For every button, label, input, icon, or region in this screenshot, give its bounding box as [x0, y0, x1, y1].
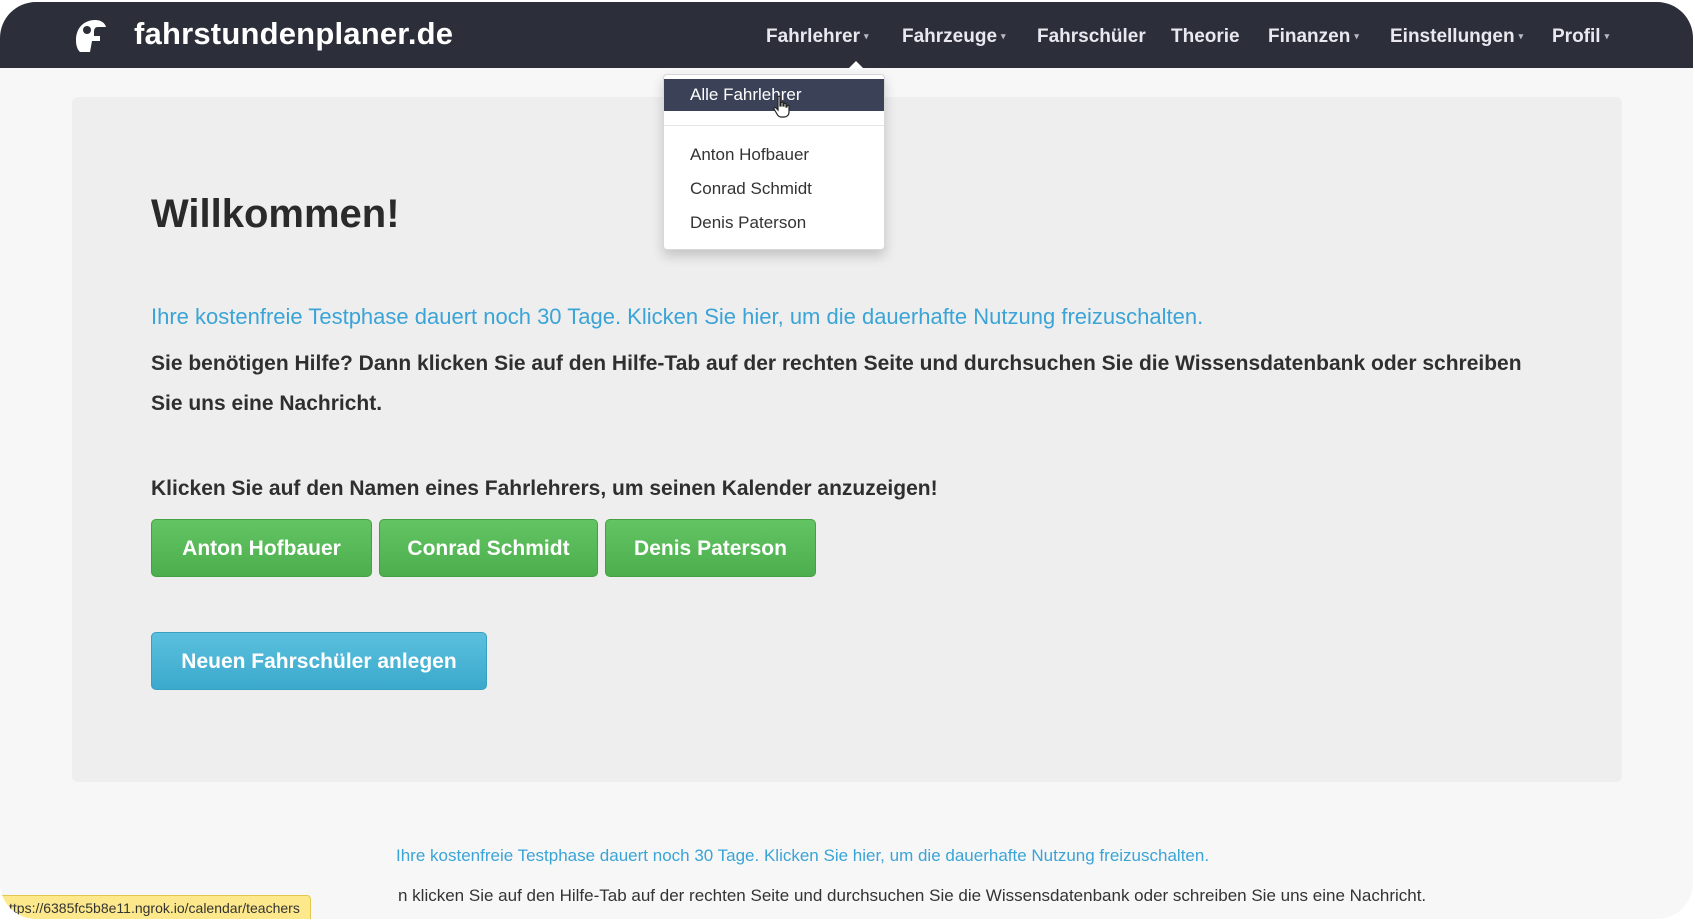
dropdown-item-anton-hofbauer[interactable]: Anton Hofbauer: [690, 145, 809, 165]
footer-help-text: n klicken Sie auf den Hilfe-Tab auf der …: [398, 886, 1427, 905]
chevron-down-icon: ▾: [1604, 31, 1610, 42]
chevron-down-icon: ▾: [1001, 31, 1006, 42]
new-student-button[interactable]: Neuen Fahrschüler anlegen: [151, 632, 487, 690]
nav-fahrlehrer-label: Fahrlehrer: [766, 26, 860, 47]
nav-einstellungen[interactable]: Einstellungen ▾: [1390, 26, 1523, 48]
dropdown-divider: [664, 125, 884, 126]
nav-fahrzeuge-label: Fahrzeuge: [902, 26, 998, 47]
status-bar-url: ttps://6385fc5b8e11.ngrok.io/calendar/te…: [0, 895, 311, 919]
hand-cursor-icon: [773, 95, 790, 118]
teacher-button-conrad-schmidt[interactable]: Conrad Schmidt: [379, 519, 598, 577]
footer-trial-link[interactable]: Ihre kostenfreie Testphase dauert noch 3…: [396, 846, 1209, 866]
trial-unlock-link[interactable]: Ihre kostenfreie Testphase dauert noch 3…: [151, 304, 1203, 330]
browser-viewport: fahrstundenplaner.de Fahrlehrer ▾ Fahrzeu…: [0, 2, 1693, 919]
dropdown-item-conrad-schmidt[interactable]: Conrad Schmidt: [690, 179, 812, 199]
help-text: Sie benötigen Hilfe? Dann klicken Sie au…: [151, 352, 1522, 415]
teacher-button-anton-hofbauer[interactable]: Anton Hofbauer: [151, 519, 372, 577]
nav-fahrlehrer[interactable]: Fahrlehrer ▾: [766, 26, 869, 48]
top-navbar: fahrstundenplaner.de Fahrlehrer ▾ Fahrzeu…: [0, 2, 1693, 68]
helmet-logo-icon[interactable]: [70, 16, 110, 56]
teacher-button-denis-paterson[interactable]: Denis Paterson: [605, 519, 816, 577]
chevron-down-icon: ▾: [1354, 31, 1359, 42]
nav-profil-label: Profil: [1552, 26, 1601, 47]
chevron-down-icon: ▾: [863, 31, 869, 42]
chevron-down-icon: ▾: [1518, 31, 1524, 42]
nav-theorie[interactable]: Theorie: [1171, 26, 1240, 48]
page-title: Willkommen!: [151, 192, 400, 236]
nav-finanzen[interactable]: Finanzen ▾: [1268, 26, 1359, 48]
nav-profil[interactable]: Profil ▾: [1552, 26, 1609, 48]
brand-name[interactable]: fahrstundenplaner.de: [134, 16, 453, 52]
teacher-prompt: Klicken Sie auf den Namen eines Fahrlehr…: [151, 477, 938, 500]
nav-finanzen-label: Finanzen: [1268, 26, 1351, 47]
nav-fahrschueler[interactable]: Fahrschüler: [1037, 26, 1146, 48]
nav-einstellungen-label: Einstellungen: [1390, 26, 1515, 47]
dropdown-item-denis-paterson[interactable]: Denis Paterson: [690, 213, 806, 233]
nav-fahrschueler-label: Fahrschüler: [1037, 26, 1146, 47]
nav-fahrzeuge[interactable]: Fahrzeuge ▾: [902, 26, 1006, 48]
nav-theorie-label: Theorie: [1171, 26, 1240, 47]
dropdown-pointer: [848, 61, 864, 69]
screen: fahrstundenplaner.de Fahrlehrer ▾ Fahrzeu…: [0, 0, 1695, 921]
